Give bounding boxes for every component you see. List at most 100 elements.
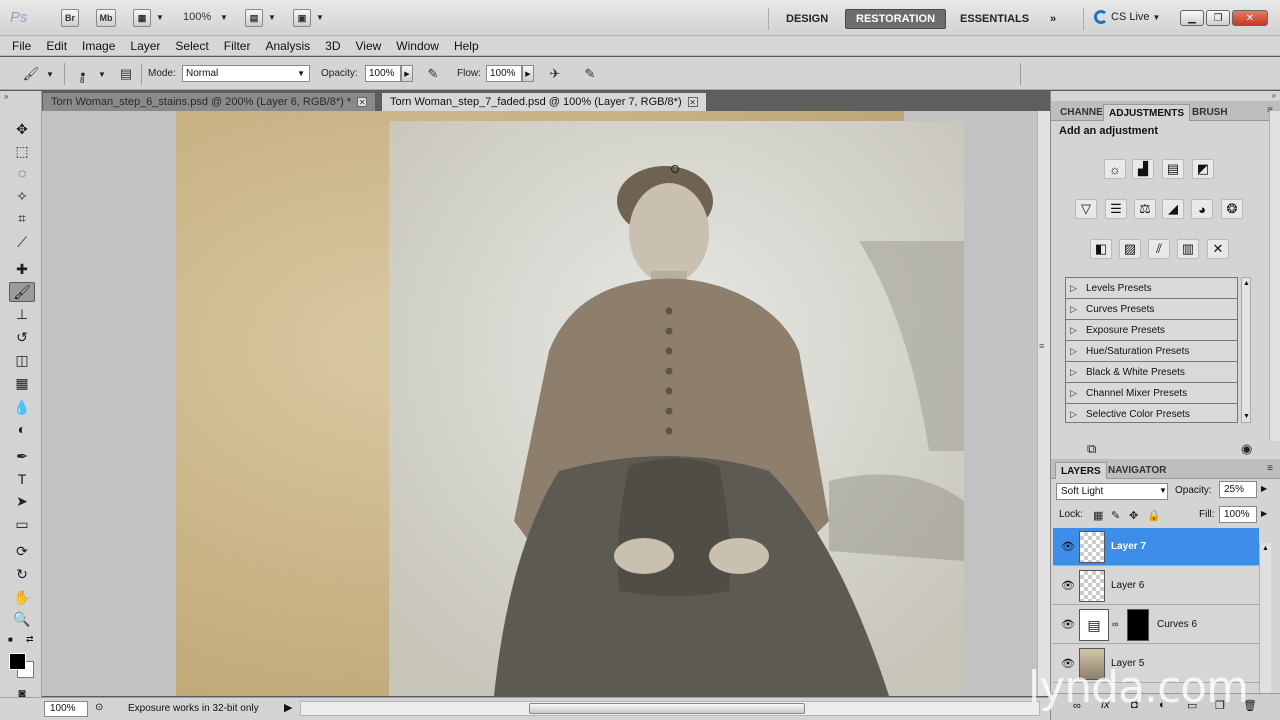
scrollbar-grip-icon[interactable]: ≡ bbox=[1039, 341, 1044, 351]
restore-button[interactable]: ❐ bbox=[1206, 10, 1230, 26]
preset-black-white[interactable]: ▷ Black & White Presets bbox=[1066, 362, 1237, 383]
color-balance-icon[interactable]: ⚖ bbox=[1134, 199, 1156, 219]
menu-filter[interactable]: Filter bbox=[224, 39, 251, 53]
brush-tool-icon[interactable]: 🖌 bbox=[9, 282, 35, 302]
foreground-color-swatch[interactable] bbox=[9, 653, 26, 670]
threshold-icon[interactable]: ⫽ bbox=[1148, 239, 1170, 259]
opacity-slider-toggle[interactable]: ▶ bbox=[1261, 484, 1267, 493]
gradient-tool-icon[interactable]: ▦ bbox=[9, 373, 35, 393]
preset-levels[interactable]: ▷ Levels Presets bbox=[1066, 278, 1237, 299]
exposure-icon[interactable]: ◩ bbox=[1192, 159, 1214, 179]
canvas-horizontal-scrollbar[interactable] bbox=[300, 701, 1040, 716]
channel-mixer-icon[interactable]: ❂ bbox=[1221, 199, 1243, 219]
lock-image-icon[interactable]: ✎ bbox=[1111, 509, 1120, 522]
link-icon[interactable]: ∞ bbox=[1112, 619, 1118, 629]
lock-all-icon[interactable]: 🔒 bbox=[1147, 509, 1161, 522]
menu-analysis[interactable]: Analysis bbox=[265, 39, 310, 53]
fill-input[interactable]: 100% bbox=[1219, 506, 1257, 523]
tab-brush[interactable]: BRUSH bbox=[1187, 104, 1233, 121]
marquee-tool-icon[interactable]: ⬚ bbox=[9, 141, 35, 161]
close-icon[interactable]: ✕ bbox=[687, 97, 698, 107]
mini-bridge-button[interactable]: Mb bbox=[96, 9, 116, 27]
preset-curves[interactable]: ▷ Curves Presets bbox=[1066, 299, 1237, 320]
posterize-icon[interactable]: ▨ bbox=[1119, 239, 1141, 259]
layer-opacity-input[interactable]: 25% bbox=[1219, 481, 1257, 498]
opacity-slider-toggle[interactable]: ▶ bbox=[401, 65, 413, 82]
layer-row-curves-6[interactable]: 👁 ▤ ∞ Curves 6 bbox=[1053, 606, 1259, 644]
toggle-visibility-icon[interactable]: ◉ bbox=[1241, 441, 1252, 457]
menu-layer[interactable]: Layer bbox=[130, 39, 160, 53]
chevron-down-icon[interactable]: ▼ bbox=[98, 70, 106, 79]
photo-filter-icon[interactable]: ◕ bbox=[1191, 199, 1213, 219]
menu-window[interactable]: Window bbox=[396, 39, 439, 53]
3d-orbit-tool-icon[interactable]: ↻ bbox=[9, 564, 35, 584]
minimize-button[interactable]: ▁ bbox=[1180, 10, 1204, 26]
blur-tool-icon[interactable]: 💧 bbox=[9, 397, 35, 417]
3d-rotate-tool-icon[interactable]: ⟳ bbox=[9, 541, 35, 561]
dodge-tool-icon[interactable]: ◐ bbox=[9, 419, 35, 439]
close-icon[interactable]: ✕ bbox=[357, 97, 368, 107]
lasso-tool-icon[interactable]: ◌ bbox=[9, 163, 35, 183]
shape-tool-icon[interactable]: ▭ bbox=[9, 514, 35, 534]
workspace-design[interactable]: DESIGN bbox=[776, 9, 838, 29]
chevron-down-icon[interactable]: ▼ bbox=[1159, 486, 1167, 495]
eraser-tool-icon[interactable]: ◫ bbox=[9, 350, 35, 370]
chevron-down-icon[interactable]: ▼ bbox=[46, 70, 54, 79]
brush-panel-toggle-icon[interactable]: ▤ bbox=[117, 65, 135, 83]
eyedropper-tool-icon[interactable]: ⟋ bbox=[9, 232, 35, 252]
curves-icon[interactable]: ▤ bbox=[1162, 159, 1184, 179]
zoom-level[interactable]: 100% bbox=[183, 11, 211, 23]
menu-edit[interactable]: Edit bbox=[46, 39, 67, 53]
scroll-up-icon[interactable]: ▲ bbox=[1243, 280, 1250, 287]
gradient-map-icon[interactable]: ▥ bbox=[1177, 239, 1199, 259]
selective-color-icon[interactable]: ✕ bbox=[1207, 239, 1229, 259]
eye-icon[interactable]: 👁 bbox=[1061, 540, 1075, 553]
invert-icon[interactable]: ◧ bbox=[1090, 239, 1112, 259]
zoom-tool-icon[interactable]: 🔍 bbox=[9, 609, 35, 629]
collapse-icon[interactable]: » bbox=[4, 92, 8, 101]
preset-exposure[interactable]: ▷ Exposure Presets bbox=[1066, 320, 1237, 341]
type-tool-icon[interactable]: T bbox=[9, 469, 35, 489]
vibrance-icon[interactable]: ▽ bbox=[1075, 199, 1097, 219]
preset-hue-saturation[interactable]: ▷ Hue/Saturation Presets bbox=[1066, 341, 1237, 362]
tab-layers[interactable]: LAYERS bbox=[1055, 462, 1107, 479]
tablet-pressure-size-icon[interactable]: ✎ bbox=[581, 65, 599, 83]
swap-colors-icon[interactable]: ⇄ bbox=[26, 634, 34, 645]
status-info-icon[interactable]: ⊙ bbox=[95, 702, 103, 713]
chevron-down-icon[interactable]: ▼ bbox=[316, 13, 324, 22]
cs-live-menu[interactable]: CS Live ▼ bbox=[1094, 10, 1160, 24]
move-tool-icon[interactable]: ✥ bbox=[9, 119, 35, 139]
pen-tool-icon[interactable]: ✒ bbox=[9, 446, 35, 466]
tab-torn-woman-step-7[interactable]: Torn Woman_step_7_faded.psd @ 100% (Laye… bbox=[382, 93, 706, 111]
tab-channels[interactable]: CHANNE bbox=[1055, 104, 1108, 121]
hand-tool-icon[interactable]: ✋ bbox=[9, 587, 35, 607]
tab-navigator[interactable]: NAVIGATOR bbox=[1103, 462, 1171, 479]
canvas-vertical-scrollbar[interactable]: ≡ bbox=[1037, 111, 1050, 696]
status-menu-arrow[interactable]: ▶ bbox=[284, 701, 292, 714]
status-zoom-input[interactable]: 100% bbox=[44, 701, 88, 717]
adjustments-panel-scrollbar[interactable] bbox=[1269, 111, 1280, 441]
workspace-essentials[interactable]: ESSENTIALS bbox=[950, 9, 1039, 29]
clip-to-layer-icon[interactable]: ⧉ bbox=[1087, 441, 1096, 457]
opacity-input[interactable]: 100% bbox=[365, 65, 401, 82]
menu-file[interactable]: File bbox=[12, 39, 31, 53]
preset-selective-color[interactable]: ▷ Selective Color Presets bbox=[1066, 404, 1237, 425]
panel-menu-icon[interactable]: ≡ bbox=[1267, 463, 1273, 474]
layer-mask-thumbnail[interactable] bbox=[1127, 609, 1149, 641]
scrollbar-thumb[interactable] bbox=[529, 703, 805, 714]
layer-row-layer-6[interactable]: 👁 Layer 6 bbox=[1053, 567, 1259, 605]
quick-selection-tool-icon[interactable]: ✧ bbox=[9, 186, 35, 206]
black-white-icon[interactable]: ◢ bbox=[1162, 199, 1184, 219]
preset-channel-mixer[interactable]: ▷ Channel Mixer Presets bbox=[1066, 383, 1237, 404]
close-button[interactable]: ✕ bbox=[1232, 10, 1268, 26]
menu-view[interactable]: View bbox=[355, 39, 381, 53]
default-colors-icon[interactable]: ■ bbox=[8, 635, 13, 644]
arrange-documents-button[interactable]: ▤ bbox=[245, 9, 263, 27]
fill-slider-toggle[interactable]: ▶ bbox=[1261, 509, 1267, 518]
collapse-icon[interactable]: » bbox=[1272, 91, 1276, 100]
lock-transparency-icon[interactable]: ▦ bbox=[1093, 509, 1103, 522]
layers-scrollbar[interactable]: ▲ bbox=[1259, 543, 1271, 708]
layer-row-layer-7[interactable]: 👁 Layer 7 bbox=[1053, 528, 1259, 566]
menu-select[interactable]: Select bbox=[175, 39, 208, 53]
chevron-down-icon[interactable]: ▼ bbox=[268, 13, 276, 22]
